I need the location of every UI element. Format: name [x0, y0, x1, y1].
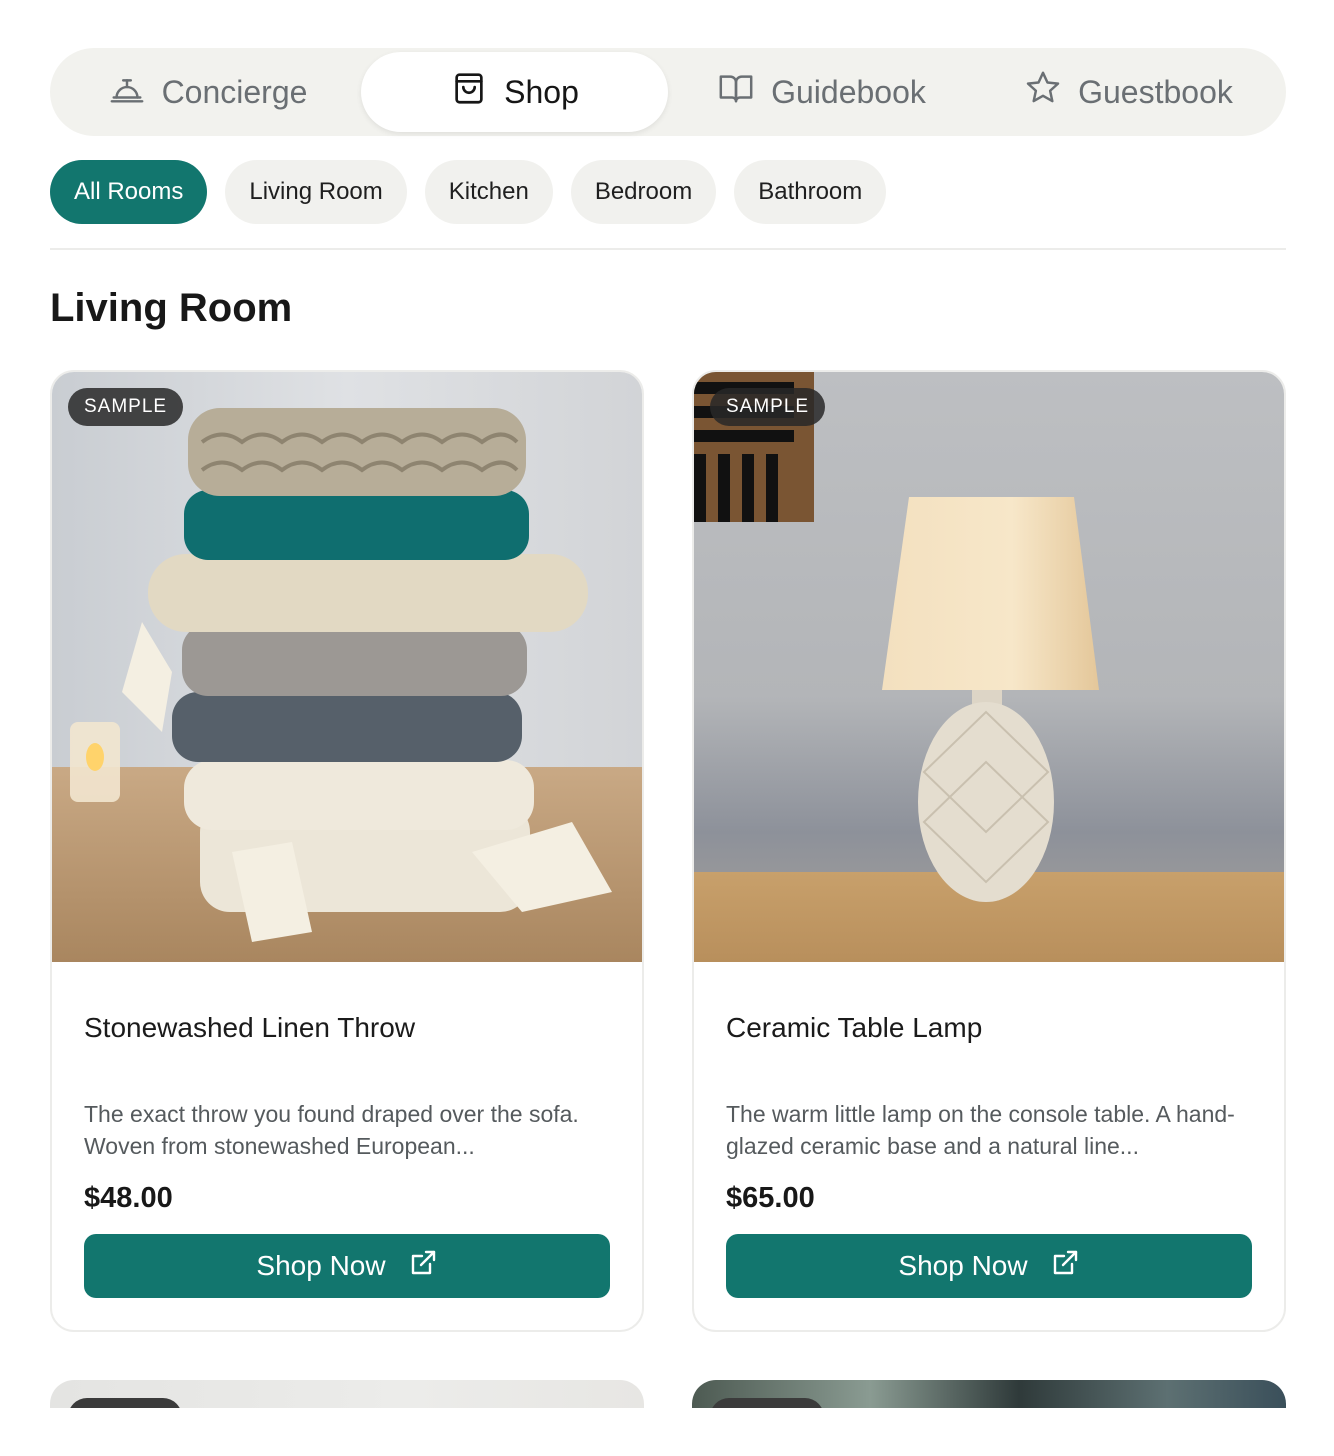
filter-chip-living-room[interactable]: Living Room [225, 160, 407, 224]
product-description: The exact throw you found draped over th… [84, 1101, 579, 1159]
button-label: Shop Now [256, 1250, 386, 1281]
external-link-icon [1050, 1248, 1080, 1285]
tab-label: Guidebook [771, 73, 926, 110]
filter-chip-bedroom[interactable]: Bedroom [570, 160, 717, 224]
tab-guestbook[interactable]: Guestbook [975, 52, 1282, 132]
star-icon [1024, 69, 1062, 115]
product-card: SAMPLE Ceramic Table Lamp The warm littl… [692, 370, 1286, 1332]
sample-badge-partial [68, 1398, 182, 1408]
button-label: Shop Now [898, 1250, 1028, 1281]
tab-guidebook[interactable]: Guidebook [668, 52, 975, 132]
section-title: Living Room [50, 286, 293, 330]
tab-shop[interactable]: Shop [361, 52, 668, 132]
divider [50, 248, 1286, 250]
filter-chip-bathroom[interactable]: Bathroom [734, 160, 887, 224]
filter-chip-kitchen[interactable]: Kitchen [424, 160, 553, 224]
sample-badge-partial [710, 1398, 824, 1408]
product-description: The warm little lamp on the console tabl… [726, 1101, 1235, 1159]
tab-label: Shop [504, 73, 579, 110]
concierge-bell-icon [108, 69, 146, 115]
tab-label: Concierge [161, 73, 308, 110]
shop-now-button[interactable]: Shop Now [726, 1234, 1252, 1298]
external-link-icon [408, 1248, 438, 1285]
product-price: $65.00 [726, 1182, 815, 1214]
product-card-partial[interactable] [692, 1380, 1286, 1408]
product-card: SAMPLE Stonewashed Linen Throw The exact… [50, 370, 644, 1332]
product-price: $48.00 [84, 1182, 173, 1214]
product-image-throw-stack[interactable]: SAMPLE [52, 372, 642, 962]
room-filter-bar: All Rooms Living Room Kitchen Bedroom Ba… [50, 160, 887, 224]
product-title[interactable]: Ceramic Table Lamp [726, 1012, 982, 1044]
bottom-fade [0, 1408, 1334, 1456]
tab-concierge[interactable]: Concierge [54, 52, 361, 132]
open-book-icon [717, 69, 755, 115]
shop-now-button[interactable]: Shop Now [84, 1234, 610, 1298]
product-title[interactable]: Stonewashed Linen Throw [84, 1012, 415, 1044]
product-image-table-lamp[interactable]: SAMPLE [694, 372, 1284, 962]
main-tab-bar: Concierge Shop Guidebook Guestbook [50, 48, 1286, 136]
shopping-bag-icon [450, 69, 488, 115]
product-card-partial[interactable] [50, 1380, 644, 1408]
sample-badge: SAMPLE [710, 388, 826, 426]
filter-chip-all-rooms[interactable]: All Rooms [50, 160, 208, 224]
tab-label: Guestbook [1078, 73, 1233, 110]
sample-badge: SAMPLE [68, 388, 184, 426]
